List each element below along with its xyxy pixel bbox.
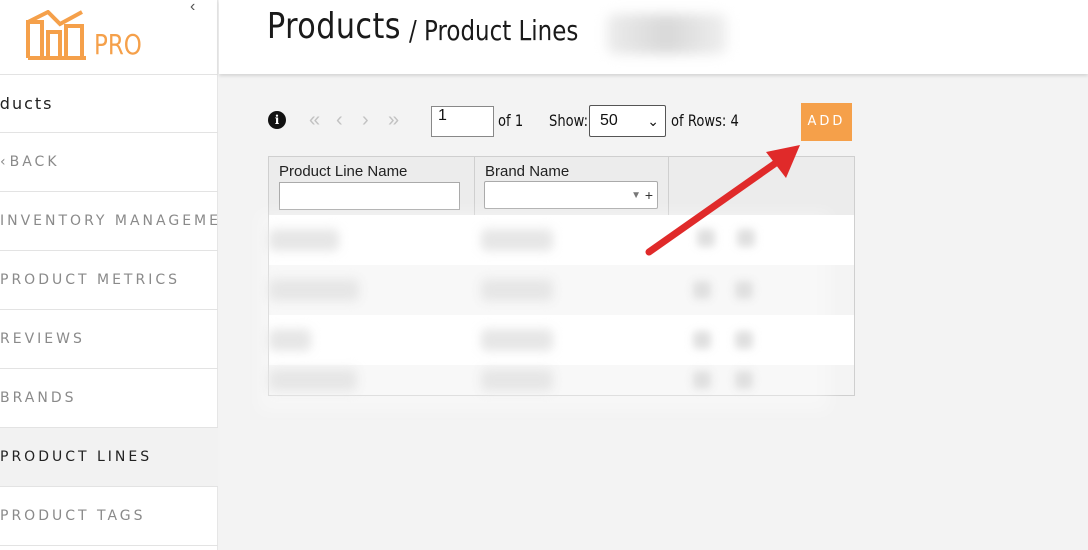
last-page-icon[interactable]: » — [388, 108, 399, 132]
column-actions — [669, 157, 854, 215]
column-label: Product Line Name — [279, 163, 408, 180]
caret-down-icon: ▼ — [631, 190, 641, 201]
sidebar-item-inventory-management[interactable]: INVENTORY MANAGEMENT — [0, 192, 218, 251]
column-product-line-name: Product Line Name — [269, 157, 475, 215]
table-row[interactable] — [269, 365, 854, 395]
next-page-icon[interactable]: › — [362, 108, 369, 132]
sidebar-item-product-tags[interactable]: PRODUCT TAGS — [0, 487, 218, 546]
page-title-main: Products — [267, 6, 401, 47]
sidebar-item-reviews[interactable]: REVIEWS — [0, 310, 218, 369]
delete-icon[interactable] — [737, 229, 755, 247]
page-title: Products / Product Lines — [267, 6, 578, 47]
rows-per-page-value: 50 — [600, 112, 618, 129]
edit-icon[interactable] — [693, 281, 711, 299]
page-header: Products / Product Lines — [219, 0, 1088, 74]
collapse-sidebar-icon[interactable]: ‹ — [190, 0, 210, 16]
page-number-input[interactable]: 1 — [431, 106, 494, 137]
sidebar-header: oducts — [0, 75, 218, 133]
logo[interactable]: PRO — [26, 10, 156, 60]
logo-text: PRO — [94, 28, 142, 61]
plus-icon[interactable]: + — [645, 187, 653, 203]
delete-icon[interactable] — [735, 281, 753, 299]
add-button[interactable]: ADD — [801, 103, 852, 141]
chevron-left-icon: ‹ — [0, 154, 6, 170]
table-row[interactable] — [269, 315, 854, 365]
brand-name-filter-select[interactable]: ▼ + — [484, 181, 658, 209]
edit-icon[interactable] — [693, 371, 711, 389]
column-brand-name: Brand Name ▼ + — [475, 157, 669, 215]
row-count-label: of Rows: 4 — [671, 111, 739, 130]
product-line-name-filter-input[interactable] — [279, 182, 460, 210]
product-lines-table: Product Line Name Brand Name ▼ + — [268, 156, 855, 396]
sidebar-item-product-metrics[interactable]: PRODUCT METRICS — [0, 251, 218, 310]
table-row[interactable] — [269, 215, 854, 265]
sidebar-nav: oducts ‹BACK INVENTORY MANAGEMENT PRODUC… — [0, 74, 218, 546]
info-icon[interactable]: i — [268, 111, 286, 129]
sidebar-item-brands[interactable]: BRANDS — [0, 369, 218, 428]
page-title-sub: / Product Lines — [409, 14, 579, 47]
edit-icon[interactable] — [693, 331, 711, 349]
delete-icon[interactable] — [735, 371, 753, 389]
delete-icon[interactable] — [735, 331, 753, 349]
column-label: Brand Name — [485, 163, 570, 180]
table-header: Product Line Name Brand Name ▼ + — [269, 157, 854, 215]
sidebar-item-product-lines[interactable]: PRODUCT LINES — [0, 428, 218, 487]
redacted-title-part — [607, 14, 727, 54]
table-row[interactable] — [269, 265, 854, 315]
edit-icon[interactable] — [697, 229, 715, 247]
chevron-down-icon: ⌄ — [647, 113, 659, 129]
logo-chart-icon — [26, 10, 86, 60]
sidebar-item-back[interactable]: ‹ BACK — [0, 133, 218, 192]
prev-page-icon[interactable]: ‹ — [336, 108, 343, 132]
page-count-label: of 1 — [498, 111, 524, 130]
rows-per-page-select[interactable]: 50 ⌄ — [589, 105, 666, 137]
show-label: Show: — [549, 111, 589, 130]
sidebar: PRO ‹ oducts ‹BACK INVENTORY MANAGEMENT … — [0, 0, 218, 550]
first-page-icon[interactable]: « — [309, 108, 320, 132]
